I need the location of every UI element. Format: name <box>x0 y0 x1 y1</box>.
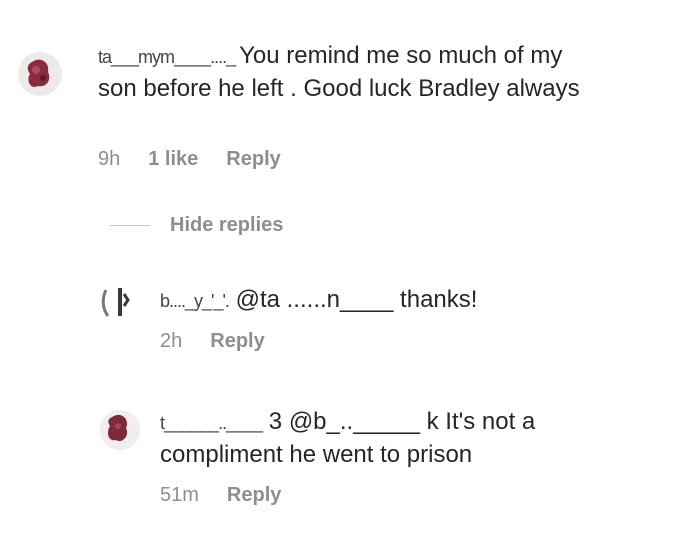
comment-meta: 9h 1 like Reply <box>98 148 309 171</box>
avatar[interactable] <box>100 282 140 322</box>
reply-button[interactable]: Reply <box>227 484 281 507</box>
reply-username[interactable]: t______..____ <box>160 413 263 433</box>
reply-username[interactable]: b...._y_'_'. <box>160 291 230 311</box>
reply-comment: b...._y_'_'. @ta ......n____ thanks! 2h … <box>0 270 700 370</box>
comment-likes[interactable]: 1 like <box>148 148 198 171</box>
reply-mention[interactable]: 3 @b_.._____ k <box>269 408 439 435</box>
comment-time: 9h <box>98 148 121 170</box>
avatar-image-icon <box>18 52 62 96</box>
hide-replies-label[interactable]: Hide replies <box>170 214 283 237</box>
comment-username[interactable]: ta___mym____...._ <box>98 47 239 67</box>
reply-text: b...._y_'_'. @ta ......n____ thanks! <box>160 284 680 317</box>
divider <box>110 225 150 226</box>
comment-text: ta___mym____...._ You remind me so much … <box>98 40 598 104</box>
reply-comment: t______..____ 3 @b_.._____ k It's not a … <box>0 400 700 540</box>
avatar-image-icon <box>100 410 140 450</box>
reply-time: 2h <box>160 330 183 352</box>
reply-time: 51m <box>160 484 199 506</box>
reply-button[interactable]: Reply <box>210 330 264 353</box>
reply-button[interactable]: Reply <box>226 148 280 171</box>
reply-mention[interactable]: @ta ......n____ <box>236 286 394 313</box>
hide-replies-toggle[interactable]: Hide replies <box>110 214 283 237</box>
reply-body: thanks! <box>393 286 478 313</box>
avatar-image-icon <box>100 282 140 322</box>
avatar[interactable] <box>18 52 62 96</box>
reply-meta: 2h Reply <box>160 330 293 353</box>
reply-meta: 51m Reply <box>160 484 309 507</box>
comment-main: ta___mym____...._ You remind me so much … <box>0 0 700 200</box>
reply-text: t______..____ 3 @b_.._____ k It's not a … <box>160 406 630 470</box>
avatar[interactable] <box>100 410 140 450</box>
